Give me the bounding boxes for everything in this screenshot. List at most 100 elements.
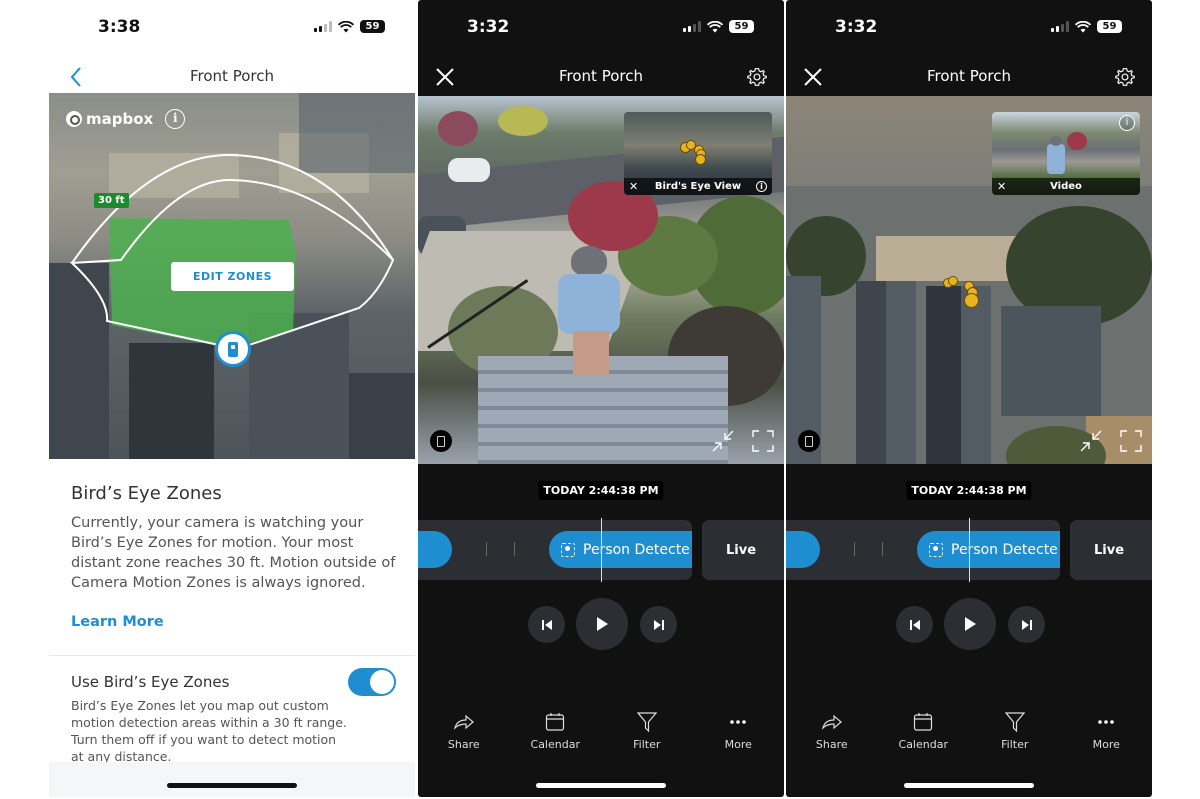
info-icon[interactable]: i <box>1119 115 1135 131</box>
bottom-toolbar: Share Calendar Filter More <box>418 712 784 758</box>
event-timestamp: TODAY 2:44:38 PM <box>906 481 1032 500</box>
battery-indicator: 59 <box>729 20 754 33</box>
sd-card-button[interactable] <box>430 430 452 452</box>
skip-previous-icon <box>541 619 552 630</box>
pip-label: Bird's Eye View <box>654 181 742 192</box>
event-timeline[interactable]: Person Detecte <box>786 520 1060 580</box>
nav-bar: Front Porch <box>786 56 1152 96</box>
settings-content: Bird’s Eye Zones Currently, your camera … <box>49 459 415 797</box>
timeline-tick <box>514 542 515 556</box>
sd-card-icon <box>437 435 445 447</box>
share-button[interactable]: Share <box>786 712 878 758</box>
play-button[interactable] <box>576 598 628 650</box>
timeline-tick <box>854 542 855 556</box>
filter-icon <box>1004 712 1025 732</box>
section-title: Bird’s Eye Zones <box>71 483 222 504</box>
settings-button[interactable] <box>1112 64 1138 90</box>
birds-eye-zones-toggle[interactable] <box>348 668 396 696</box>
more-icon <box>1098 720 1115 724</box>
nav-bar: Front Porch <box>49 56 415 96</box>
share-icon <box>821 714 842 730</box>
timeline-event-person-detected[interactable]: Person Detecte <box>549 531 692 568</box>
calendar-icon <box>546 713 565 731</box>
live-button[interactable]: Live <box>1070 520 1152 580</box>
status-time: 3:32 <box>835 17 878 37</box>
next-event-button[interactable] <box>640 606 677 643</box>
fullscreen-button[interactable] <box>752 430 774 452</box>
event-timeline[interactable]: Person Detecte <box>418 520 692 580</box>
signal-icon <box>1051 21 1069 32</box>
filter-button[interactable]: Filter <box>969 712 1061 758</box>
footer <box>49 762 415 797</box>
settings-button[interactable] <box>744 64 770 90</box>
status-bar: 3:32 59 <box>418 0 784 56</box>
event-video[interactable]: ✕ Bird's Eye View i <box>418 96 784 464</box>
fullscreen-icon <box>752 430 774 452</box>
share-icon <box>453 714 474 730</box>
home-indicator[interactable] <box>904 783 1034 788</box>
calendar-button[interactable]: Calendar <box>510 712 602 758</box>
timeline-tick <box>882 542 883 556</box>
play-button[interactable] <box>944 598 996 650</box>
timeline-event-previous[interactable] <box>418 531 452 568</box>
birds-eye-map[interactable]: mapbox i 30 ft EDIT ZONES <box>49 93 415 459</box>
home-indicator[interactable] <box>167 783 297 788</box>
collapse-icon <box>1080 430 1102 452</box>
share-button[interactable]: Share <box>418 712 510 758</box>
swap-view-button[interactable] <box>1080 430 1102 452</box>
previous-event-button[interactable] <box>896 606 933 643</box>
close-button[interactable] <box>432 64 458 90</box>
event-timestamp: TODAY 2:44:38 PM <box>538 481 664 500</box>
person-in-video <box>553 246 628 376</box>
timeline-event-person-detected[interactable]: Person Detecte <box>917 531 1060 568</box>
range-badge: 30 ft <box>94 193 129 208</box>
more-button[interactable]: More <box>1061 712 1153 758</box>
sd-card-icon <box>805 435 813 447</box>
home-indicator[interactable] <box>536 783 666 788</box>
info-icon[interactable]: i <box>756 181 767 192</box>
signal-icon <box>314 21 332 32</box>
signal-icon <box>683 21 701 32</box>
bottom-toolbar: Share Calendar Filter More <box>786 712 1152 758</box>
next-event-button[interactable] <box>1008 606 1045 643</box>
timeline-playhead[interactable] <box>969 518 970 582</box>
back-button[interactable] <box>63 64 89 90</box>
calendar-button[interactable]: Calendar <box>878 712 970 758</box>
skip-next-icon <box>1021 619 1032 630</box>
video-pip[interactable]: i ✕ Video <box>992 112 1140 195</box>
close-icon <box>436 68 454 86</box>
fullscreen-button[interactable] <box>1120 430 1142 452</box>
skip-next-icon <box>653 619 664 630</box>
more-icon <box>730 720 747 724</box>
filter-button[interactable]: Filter <box>601 712 693 758</box>
live-button[interactable]: Live <box>702 520 784 580</box>
birds-eye-map[interactable]: i ✕ Video <box>786 96 1152 464</box>
settings-screen: 3:38 59 Front Porch mapbox i 30 ft EDIT … <box>49 0 415 797</box>
learn-more-link[interactable]: Learn More <box>71 614 164 630</box>
timeline-event-previous[interactable] <box>786 531 820 568</box>
collapse-icon <box>712 430 734 452</box>
page-title: Front Porch <box>559 67 643 85</box>
mapbox-attribution: mapbox i <box>66 109 186 129</box>
more-button[interactable]: More <box>693 712 785 758</box>
sd-card-button[interactable] <box>798 430 820 452</box>
edit-zones-button[interactable]: EDIT ZONES <box>171 262 294 291</box>
battery-indicator: 59 <box>1097 20 1122 33</box>
swap-view-button[interactable] <box>712 430 734 452</box>
birds-eye-view-pip[interactable]: ✕ Bird's Eye View i <box>624 112 772 195</box>
event-video-screen: 3:32 59 Front Porch ✕ Bird's Eye View i … <box>418 0 784 797</box>
filter-icon <box>636 712 657 732</box>
toggle-description: Bird’s Eye Zones let you map out custom … <box>71 698 347 764</box>
close-pip-button[interactable]: ✕ <box>997 180 1006 193</box>
close-button[interactable] <box>800 64 826 90</box>
playback-controls <box>418 598 784 650</box>
nav-bar: Front Porch <box>418 56 784 96</box>
person-icon <box>929 542 943 557</box>
birds-eye-view-screen: 3:32 59 Front Porch i ✕ Video TODAY 2:44… <box>786 0 1152 797</box>
gear-icon <box>1115 68 1135 86</box>
calendar-icon <box>914 713 933 731</box>
info-icon[interactable]: i <box>165 109 186 129</box>
previous-event-button[interactable] <box>528 606 565 643</box>
close-pip-button[interactable]: ✕ <box>629 180 638 193</box>
timeline-playhead[interactable] <box>601 518 602 582</box>
